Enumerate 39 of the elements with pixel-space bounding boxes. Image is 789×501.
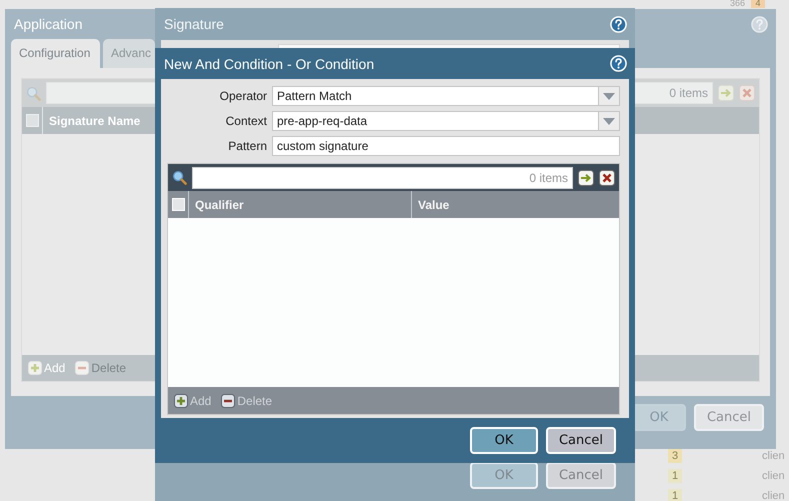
column-header: Signature Name	[48, 112, 142, 130]
dialog-title: Signature	[164, 16, 224, 32]
tab[interactable]: Configuration	[11, 39, 100, 68]
dropdown[interactable]: Pattern Match	[272, 86, 620, 106]
ok-button[interactable]: OK	[470, 427, 538, 454]
count-badge: 1	[668, 489, 682, 501]
text-field[interactable]	[278, 44, 620, 48]
clear-icon[interactable]	[599, 170, 615, 186]
field-label: Operator	[218, 89, 267, 103]
row-text: clien	[762, 490, 785, 501]
cancel-button[interactable]: Cancel	[546, 462, 616, 489]
caret-icon	[603, 92, 615, 100]
cancel-button[interactable]: Cancel	[546, 427, 616, 454]
dropdown[interactable]: pre-app-req-data	[272, 111, 620, 131]
column-header: Qualifier	[194, 196, 245, 214]
add-button[interactable]: Add	[28, 361, 66, 375]
select-all-checkbox[interactable]	[26, 114, 38, 127]
field-label: Pattern	[227, 139, 267, 153]
minus-icon	[75, 361, 90, 375]
dialog-title: New And Condition - Or Condition	[164, 56, 374, 72]
row-text: clien	[762, 450, 785, 462]
text-field[interactable]: custom signature	[272, 136, 620, 156]
search-field[interactable]: 0 items	[192, 166, 573, 188]
search-icon	[26, 86, 41, 100]
dialog-title: Application	[14, 16, 82, 32]
minus-icon	[221, 394, 236, 408]
add-icon	[174, 394, 188, 408]
count-badge: 1	[668, 469, 682, 483]
add-icon	[28, 361, 42, 375]
count-badge: 3	[668, 449, 682, 463]
cancel-button[interactable]: Cancel	[694, 404, 764, 431]
caret-icon	[603, 118, 615, 124]
ok-button[interactable]: OK	[470, 462, 538, 489]
search-icon	[172, 170, 187, 185]
field-label: Context	[224, 114, 267, 128]
count-badge: 4	[751, 0, 766, 8]
row-text: clien	[762, 470, 785, 482]
tab[interactable]: Advanc	[103, 39, 155, 68]
count-text: 366	[730, 0, 746, 8]
